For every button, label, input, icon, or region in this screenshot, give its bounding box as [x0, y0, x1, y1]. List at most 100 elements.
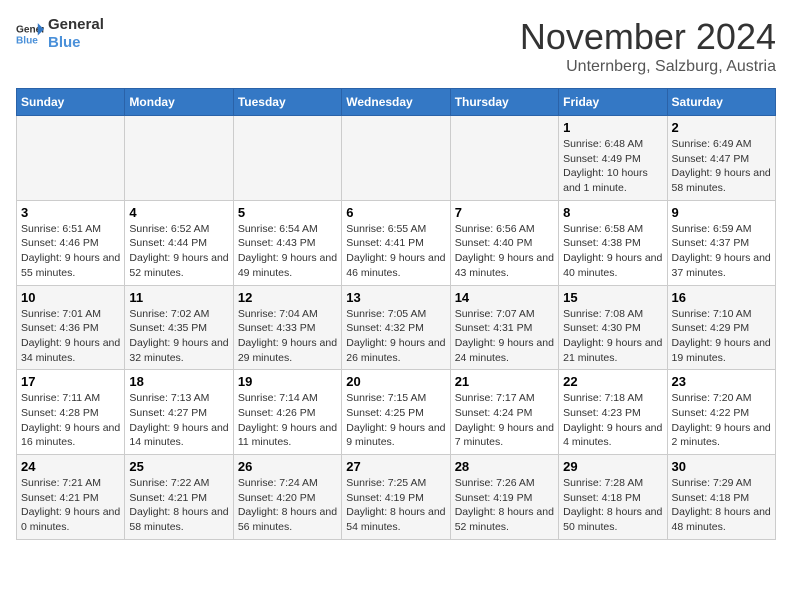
day-info: Sunrise: 7:07 AMSunset: 4:31 PMDaylight:… [455, 307, 554, 366]
day-number: 15 [563, 290, 662, 305]
day-info: Sunrise: 7:13 AMSunset: 4:27 PMDaylight:… [129, 391, 228, 450]
day-number: 27 [346, 459, 445, 474]
calendar-cell: 19 Sunrise: 7:14 AMSunset: 4:26 PMDayligh… [233, 370, 341, 455]
location-title: Unternberg, Salzburg, Austria [520, 58, 776, 76]
day-number: 6 [346, 205, 445, 220]
day-number: 4 [129, 205, 228, 220]
day-info: Sunrise: 6:48 AMSunset: 4:49 PMDaylight:… [563, 137, 662, 196]
calendar-cell: 18 Sunrise: 7:13 AMSunset: 4:27 PMDayligh… [125, 370, 233, 455]
calendar-cell: 10 Sunrise: 7:01 AMSunset: 4:36 PMDayligh… [17, 285, 125, 370]
day-info: Sunrise: 7:28 AMSunset: 4:18 PMDaylight:… [563, 476, 662, 535]
day-number: 18 [129, 374, 228, 389]
day-info: Sunrise: 6:54 AMSunset: 4:43 PMDaylight:… [238, 222, 337, 281]
calendar-table: SundayMondayTuesdayWednesdayThursdayFrid… [16, 88, 776, 540]
calendar-cell: 27 Sunrise: 7:25 AMSunset: 4:19 PMDayligh… [342, 455, 450, 540]
day-info: Sunrise: 6:55 AMSunset: 4:41 PMDaylight:… [346, 222, 445, 281]
calendar-cell: 17Sunrise: 7:11 AMSunset: 4:28 PMDayligh… [17, 370, 125, 455]
logo-icon: General Blue [16, 20, 44, 48]
calendar-cell: 14 Sunrise: 7:07 AMSunset: 4:31 PMDayligh… [450, 285, 558, 370]
day-info: Sunrise: 6:49 AMSunset: 4:47 PMDaylight:… [672, 137, 771, 196]
calendar-cell: 1 Sunrise: 6:48 AMSunset: 4:49 PMDaylight… [559, 116, 667, 201]
day-number: 7 [455, 205, 554, 220]
day-info: Sunrise: 6:56 AMSunset: 4:40 PMDaylight:… [455, 222, 554, 281]
calendar-cell [342, 116, 450, 201]
calendar-cell [17, 116, 125, 201]
day-number: 26 [238, 459, 337, 474]
day-number: 9 [672, 205, 771, 220]
title-block: November 2024 Unternberg, Salzburg, Aust… [520, 16, 776, 76]
day-number: 13 [346, 290, 445, 305]
day-info: Sunrise: 7:29 AMSunset: 4:18 PMDaylight:… [672, 476, 771, 535]
day-info: Sunrise: 6:51 AMSunset: 4:46 PMDaylight:… [21, 222, 120, 281]
day-info: Sunrise: 7:04 AMSunset: 4:33 PMDaylight:… [238, 307, 337, 366]
day-number: 20 [346, 374, 445, 389]
day-number: 19 [238, 374, 337, 389]
day-number: 10 [21, 290, 120, 305]
day-number: 8 [563, 205, 662, 220]
logo: General Blue General Blue [16, 16, 104, 52]
day-info: Sunrise: 6:59 AMSunset: 4:37 PMDaylight:… [672, 222, 771, 281]
svg-text:Blue: Blue [16, 35, 38, 46]
logo-general: General [48, 16, 104, 34]
day-info: Sunrise: 7:08 AMSunset: 4:30 PMDaylight:… [563, 307, 662, 366]
day-number: 5 [238, 205, 337, 220]
header: General Blue General Blue November 2024 … [16, 16, 776, 76]
day-number: 16 [672, 290, 771, 305]
day-info: Sunrise: 7:10 AMSunset: 4:29 PMDaylight:… [672, 307, 771, 366]
day-info: Sunrise: 7:01 AMSunset: 4:36 PMDaylight:… [21, 307, 120, 366]
calendar-cell: 20 Sunrise: 7:15 AMSunset: 4:25 PMDayligh… [342, 370, 450, 455]
day-info: Sunrise: 7:25 AMSunset: 4:19 PMDaylight:… [346, 476, 445, 535]
logo-blue: Blue [48, 34, 104, 52]
calendar-cell: 3Sunrise: 6:51 AMSunset: 4:46 PMDaylight… [17, 200, 125, 285]
calendar-cell [233, 116, 341, 201]
calendar-cell: 28 Sunrise: 7:26 AMSunset: 4:19 PMDayligh… [450, 455, 558, 540]
calendar-cell: 8 Sunrise: 6:58 AMSunset: 4:38 PMDaylight… [559, 200, 667, 285]
day-info: Sunrise: 6:58 AMSunset: 4:38 PMDaylight:… [563, 222, 662, 281]
calendar-cell: 12Sunrise: 7:04 AMSunset: 4:33 PMDayligh… [233, 285, 341, 370]
day-info: Sunrise: 7:17 AMSunset: 4:24 PMDaylight:… [455, 391, 554, 450]
day-info: Sunrise: 7:26 AMSunset: 4:19 PMDaylight:… [455, 476, 554, 535]
calendar-day-header: Sunday [17, 89, 125, 116]
calendar-cell: 11Sunrise: 7:02 AMSunset: 4:35 PMDayligh… [125, 285, 233, 370]
calendar-week-row: 24 Sunrise: 7:21 AMSunset: 4:21 PMDayligh… [17, 455, 776, 540]
calendar-day-header: Thursday [450, 89, 558, 116]
calendar-day-header: Monday [125, 89, 233, 116]
day-number: 30 [672, 459, 771, 474]
day-info: Sunrise: 7:20 AMSunset: 4:22 PMDaylight:… [672, 391, 771, 450]
calendar-cell: 9 Sunrise: 6:59 AMSunset: 4:37 PMDaylight… [667, 200, 775, 285]
calendar-cell: 21 Sunrise: 7:17 AMSunset: 4:24 PMDayligh… [450, 370, 558, 455]
calendar-cell: 7 Sunrise: 6:56 AMSunset: 4:40 PMDaylight… [450, 200, 558, 285]
day-number: 17 [21, 374, 120, 389]
day-number: 21 [455, 374, 554, 389]
day-number: 22 [563, 374, 662, 389]
calendar-week-row: 10 Sunrise: 7:01 AMSunset: 4:36 PMDayligh… [17, 285, 776, 370]
calendar-week-row: 1 Sunrise: 6:48 AMSunset: 4:49 PMDaylight… [17, 116, 776, 201]
calendar-cell: 22Sunrise: 7:18 AMSunset: 4:23 PMDayligh… [559, 370, 667, 455]
day-info: Sunrise: 7:02 AMSunset: 4:35 PMDaylight:… [129, 307, 228, 366]
day-info: Sunrise: 7:24 AMSunset: 4:20 PMDaylight:… [238, 476, 337, 535]
calendar-cell: 5 Sunrise: 6:54 AMSunset: 4:43 PMDaylight… [233, 200, 341, 285]
month-title: November 2024 [520, 16, 776, 58]
calendar-cell: 15 Sunrise: 7:08 AMSunset: 4:30 PMDayligh… [559, 285, 667, 370]
calendar-week-row: 17Sunrise: 7:11 AMSunset: 4:28 PMDayligh… [17, 370, 776, 455]
day-number: 28 [455, 459, 554, 474]
day-number: 1 [563, 120, 662, 135]
day-number: 25 [129, 459, 228, 474]
day-info: Sunrise: 7:05 AMSunset: 4:32 PMDaylight:… [346, 307, 445, 366]
calendar-cell: 29Sunrise: 7:28 AMSunset: 4:18 PMDayligh… [559, 455, 667, 540]
calendar-cell: 4Sunrise: 6:52 AMSunset: 4:44 PMDaylight… [125, 200, 233, 285]
calendar-cell: 16 Sunrise: 7:10 AMSunset: 4:29 PMDayligh… [667, 285, 775, 370]
calendar-cell: 6 Sunrise: 6:55 AMSunset: 4:41 PMDaylight… [342, 200, 450, 285]
day-info: Sunrise: 7:21 AMSunset: 4:21 PMDaylight:… [21, 476, 120, 535]
day-number: 24 [21, 459, 120, 474]
calendar-cell: 30 Sunrise: 7:29 AMSunset: 4:18 PMDayligh… [667, 455, 775, 540]
calendar-cell: 24 Sunrise: 7:21 AMSunset: 4:21 PMDayligh… [17, 455, 125, 540]
calendar-day-header: Tuesday [233, 89, 341, 116]
day-info: Sunrise: 7:15 AMSunset: 4:25 PMDaylight:… [346, 391, 445, 450]
calendar-cell: 13 Sunrise: 7:05 AMSunset: 4:32 PMDayligh… [342, 285, 450, 370]
day-number: 14 [455, 290, 554, 305]
day-info: Sunrise: 7:14 AMSunset: 4:26 PMDaylight:… [238, 391, 337, 450]
calendar-week-row: 3Sunrise: 6:51 AMSunset: 4:46 PMDaylight… [17, 200, 776, 285]
day-number: 23 [672, 374, 771, 389]
calendar-cell: 23 Sunrise: 7:20 AMSunset: 4:22 PMDayligh… [667, 370, 775, 455]
